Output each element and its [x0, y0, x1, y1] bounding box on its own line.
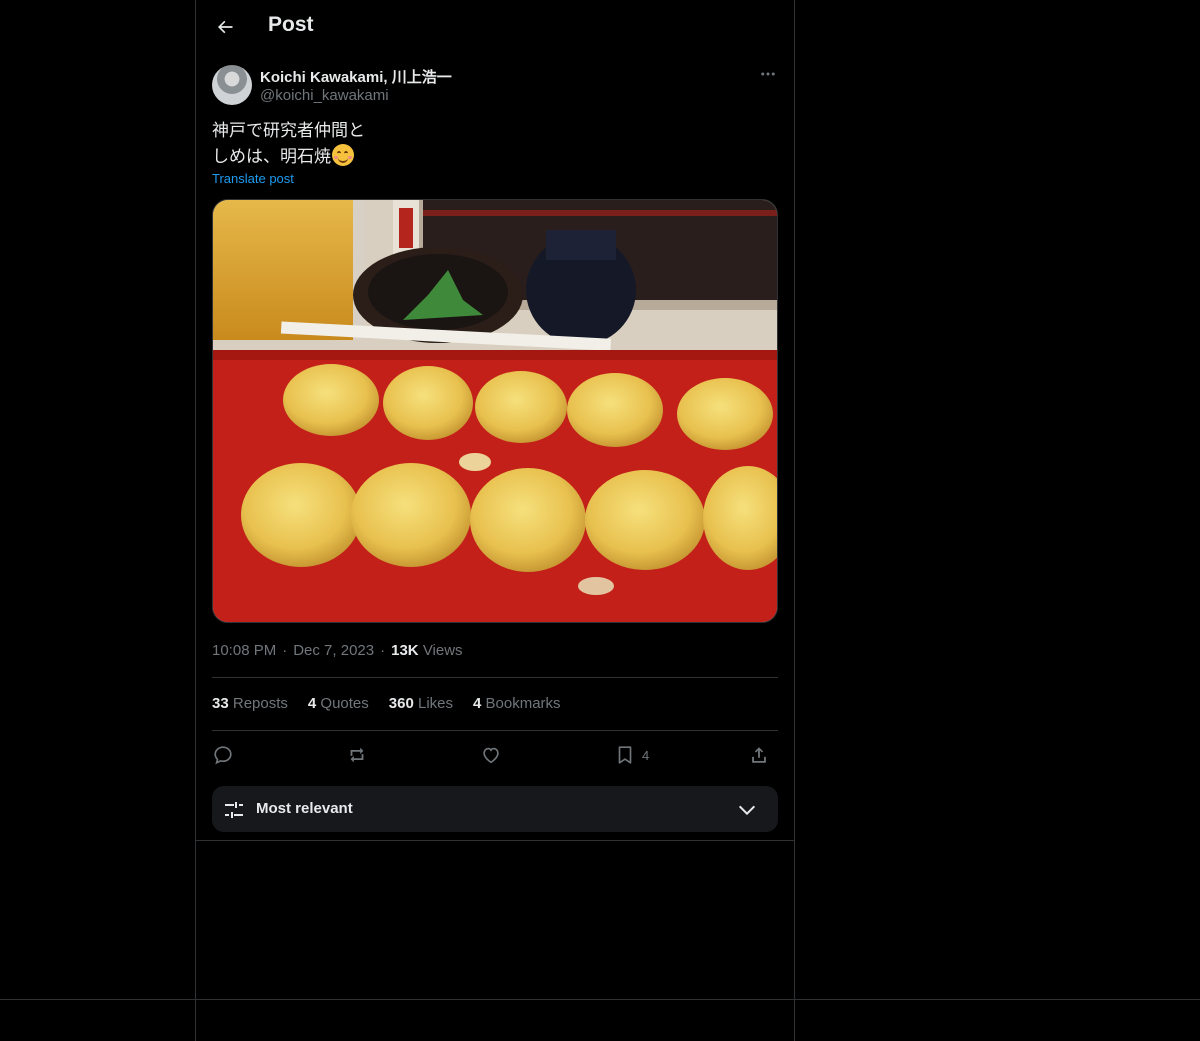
quotes-stat[interactable]: 4 Quotes [308, 695, 369, 712]
reply-sort-dropdown[interactable]: Most relevant [212, 786, 778, 832]
repost-button[interactable] [346, 738, 368, 772]
action-bar: 4 [212, 738, 778, 772]
bookmarks-count: 4 [473, 695, 482, 712]
likes-count: 360 [388, 695, 414, 712]
share-icon [752, 747, 766, 763]
engagement-stats: 33 Reposts 4 Quotes 360 Likes 4 Bookmark… [212, 695, 561, 712]
reposts-count: 33 [212, 695, 229, 712]
author-name[interactable]: Koichi Kawakami, 川上浩一 [260, 66, 452, 87]
more-horizontal-icon [761, 72, 775, 76]
post-text-line-1: 神戸で研究者仲間と [212, 121, 365, 141]
views-label: Views [422, 642, 463, 659]
meta-separator: · [380, 642, 386, 659]
smiling-face-emoji-icon [332, 144, 354, 166]
quotes-label: Quotes [320, 695, 369, 712]
post-date[interactable]: Dec 7, 2023 [293, 642, 374, 659]
stats-divider [212, 730, 778, 731]
more-options-button[interactable] [758, 64, 778, 84]
sort-label: Most relevant [256, 800, 353, 817]
post-image[interactable] [212, 199, 778, 623]
author-handle[interactable]: @koichi_kawakami [260, 87, 389, 104]
reply-button[interactable] [212, 738, 234, 772]
page-title: Post [268, 13, 314, 36]
reposts-stat[interactable]: 33 Reposts [212, 695, 288, 712]
food-photo [213, 200, 777, 622]
post-text: 神戸で研究者仲間と しめは、明石焼 [212, 119, 365, 170]
heart-icon [483, 747, 499, 764]
meta-divider [212, 677, 778, 678]
post-header: Post [196, 0, 794, 53]
avatar[interactable] [212, 65, 252, 105]
back-button[interactable] [208, 10, 242, 44]
reposts-label: Reposts [232, 695, 288, 712]
likes-label: Likes [417, 695, 454, 712]
meta-separator: · [282, 642, 288, 659]
post-metadata: 10:08 PM · Dec 7, 2023 · 13K Views [212, 642, 463, 659]
like-button[interactable] [480, 738, 502, 772]
bookmark-button[interactable]: 4 [614, 738, 649, 772]
post-time[interactable]: 10:08 PM [212, 642, 276, 659]
arrow-left-icon [218, 20, 233, 34]
post-text-line-2: しめは、明石焼 [212, 147, 331, 167]
post-bottom-divider [196, 840, 794, 841]
reply-icon [214, 746, 232, 765]
bookmark-count: 4 [642, 747, 650, 763]
sliders-icon [225, 802, 243, 818]
views-count: 13K [391, 642, 419, 659]
quotes-count: 4 [307, 695, 317, 712]
likes-stat[interactable]: 360 Likes [389, 695, 453, 712]
repost-icon [350, 747, 364, 763]
share-button[interactable] [748, 738, 770, 772]
bookmark-icon [618, 746, 632, 764]
chevron-down-icon [738, 805, 756, 816]
bookmarks-label: Bookmarks [485, 695, 561, 712]
right-column-border [794, 0, 795, 1041]
translate-post-link[interactable]: Translate post [212, 171, 294, 186]
left-column-border [195, 0, 196, 1041]
bookmarks-stat[interactable]: 4 Bookmarks [473, 695, 561, 712]
page-bottom-divider [0, 999, 1200, 1000]
